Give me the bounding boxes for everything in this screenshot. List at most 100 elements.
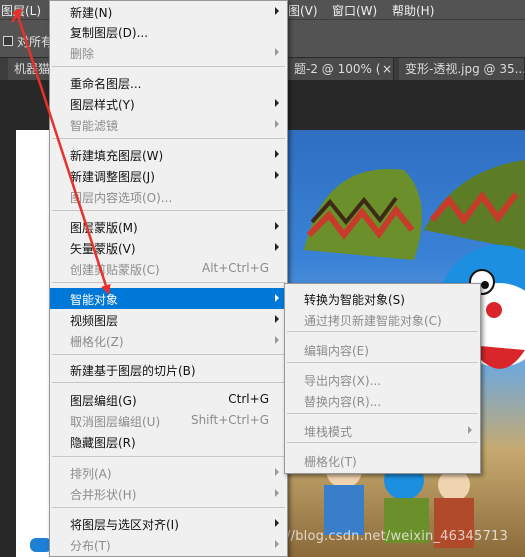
menu-item[interactable]: 将图层与选区对齐(I) <box>50 513 287 534</box>
sample-all-label: 对所有 <box>17 35 54 49</box>
menu-item: 通过拷贝新建智能对象(C) <box>285 309 480 330</box>
chevron-right-icon <box>275 489 279 497</box>
menu-item[interactable]: 矢量蒙版(V) <box>50 237 287 258</box>
menu-item-label: 智能对象 <box>70 293 119 307</box>
menu-item: 替换内容(R)... <box>285 390 480 411</box>
chevron-right-icon <box>275 7 279 15</box>
menu-item: 取消图层编组(U) Shift+Ctrl+G <box>50 410 287 431</box>
menu-item-label: 新建(N) <box>70 6 113 20</box>
menu-item-label: 栅格化(T) <box>304 455 357 469</box>
menu-item-label: 新建调整图层(J) <box>70 170 155 184</box>
menu-item: 删除 <box>50 42 287 63</box>
menu-separator <box>287 331 478 332</box>
chevron-right-icon <box>275 48 279 56</box>
menu-item-shortcut: Ctrl+G <box>228 392 269 406</box>
menu-help[interactable]: 帮助(H) <box>392 2 434 19</box>
menu-item-label: 智能滤镜 <box>70 119 119 133</box>
chevron-right-icon <box>275 171 279 179</box>
menu-separator <box>52 210 285 211</box>
menu-item[interactable]: 图层编组(G) Ctrl+G <box>50 389 287 410</box>
layer-menu-dropdown: 新建(N) 复制图层(D)... 删除重命名图层... 图层样式(Y) 智能滤镜新建填充… <box>49 0 288 557</box>
menu-separator <box>52 66 285 67</box>
menu-item-label: 分布(T) <box>70 539 111 553</box>
menu-item-label: 图层编组(G) <box>70 394 137 408</box>
chevron-right-icon <box>275 519 279 527</box>
menu-item: 创建剪贴蒙版(C) Alt+Ctrl+G <box>50 258 287 279</box>
document-tab[interactable]: 题-2 @ 100% ( <box>288 58 394 80</box>
menu-item: 排列(A) <box>50 462 287 483</box>
chevron-right-icon <box>275 336 279 344</box>
menu-separator <box>52 138 285 139</box>
menu-item-label: 新建填充图层(W) <box>70 149 164 163</box>
menu-item-label: 取消图层编组(U) <box>70 415 161 429</box>
menu-item-label: 图层样式(Y) <box>70 98 135 112</box>
menu-layer[interactable]: 图层(L) <box>1 2 41 19</box>
menu-separator <box>287 413 478 414</box>
menu-item: 栅格化(T) <box>285 450 480 471</box>
menu-item-label: 导出内容(X)... <box>304 374 382 388</box>
menu-item-label: 排列(A) <box>70 467 112 481</box>
menu-separator <box>52 354 285 355</box>
menu-item: 堆栈模式 <box>285 420 480 441</box>
menu-separator <box>52 456 285 457</box>
menu-separator <box>52 382 285 383</box>
menu-item-label: 图层蒙版(M) <box>70 221 138 235</box>
menu-item-label: 合并形状(H) <box>70 488 137 502</box>
menu-item[interactable]: 复制图层(D)... <box>50 21 287 42</box>
menu-item[interactable]: 智能对象 <box>50 288 287 309</box>
menu-item[interactable]: 新建基于图层的切片(B) <box>50 359 287 380</box>
chevron-right-icon <box>275 150 279 158</box>
menu-item[interactable]: 重命名图层... <box>50 72 287 93</box>
document-tab[interactable]: 机器猫 <box>8 58 53 80</box>
menu-item-label: 视频图层 <box>70 314 119 328</box>
menu-item: 编辑内容(E) <box>285 339 480 360</box>
menu-item-label: 隐藏图层(R) <box>70 436 136 450</box>
menu-item: 导出内容(X)... <box>285 369 480 390</box>
menu-item[interactable]: 转换为智能对象(S) <box>285 288 480 309</box>
menu-separator <box>287 362 478 363</box>
menu-item-label: 删除 <box>70 47 95 61</box>
menu-item[interactable]: 图层蒙版(M) <box>50 216 287 237</box>
menu-item: 图层内容选项(O)... <box>50 186 287 207</box>
chevron-right-icon <box>275 120 279 128</box>
menu-item: 合并形状(H) <box>50 483 287 504</box>
menu-view[interactable]: 图(V) <box>288 2 318 19</box>
menu-item[interactable]: 新建填充图层(W) <box>50 144 287 165</box>
tab-close-icon[interactable]: × <box>382 58 392 80</box>
chevron-right-icon <box>275 294 279 302</box>
menu-separator <box>52 282 285 283</box>
menu-item[interactable]: 隐藏图层(R) <box>50 431 287 452</box>
menu-item-label: 重命名图层... <box>70 77 142 91</box>
menu-item: 分布(T) <box>50 534 287 555</box>
menu-separator <box>287 442 478 443</box>
menu-item[interactable]: 视频图层 <box>50 309 287 330</box>
menu-item-label: 新建基于图层的切片(B) <box>70 364 196 378</box>
chevron-right-icon <box>275 99 279 107</box>
menu-item-label: 将图层与选区对齐(I) <box>70 518 179 532</box>
menu-item[interactable]: 新建(N) <box>50 1 287 22</box>
chevron-right-icon <box>275 222 279 230</box>
menu-item[interactable]: 新建调整图层(J) <box>50 165 287 186</box>
chevron-right-icon <box>275 468 279 476</box>
menu-separator <box>52 507 285 508</box>
menu-item-label: 转换为智能对象(S) <box>304 293 405 307</box>
menu-item-label: 栅格化(Z) <box>70 335 124 349</box>
menu-item-shortcut: Alt+Ctrl+G <box>201 261 269 275</box>
menu-item-label: 通过拷贝新建智能对象(C) <box>304 314 442 328</box>
menu-item-label: 替换内容(R)... <box>304 395 382 409</box>
document-tab[interactable]: 变形-透视.jpg @ 35... <box>399 58 525 80</box>
chevron-right-icon <box>275 243 279 251</box>
sample-all-checkbox[interactable] <box>3 36 13 46</box>
chevron-right-icon <box>275 540 279 548</box>
menu-item-label: 复制图层(D)... <box>70 26 149 40</box>
menu-item-label: 创建剪贴蒙版(C) <box>70 263 160 277</box>
menu-item-label: 编辑内容(E) <box>304 344 369 358</box>
menu-item-label: 图层内容选项(O)... <box>70 191 173 205</box>
chevron-right-icon <box>468 426 472 434</box>
menu-window[interactable]: 窗口(W) <box>332 2 377 19</box>
menu-item-label: 堆栈模式 <box>304 425 353 439</box>
menu-item-label: 矢量蒙版(V) <box>70 242 136 256</box>
menu-item[interactable]: 图层样式(Y) <box>50 93 287 114</box>
menu-item: 栅格化(Z) <box>50 330 287 351</box>
chevron-right-icon <box>275 315 279 323</box>
